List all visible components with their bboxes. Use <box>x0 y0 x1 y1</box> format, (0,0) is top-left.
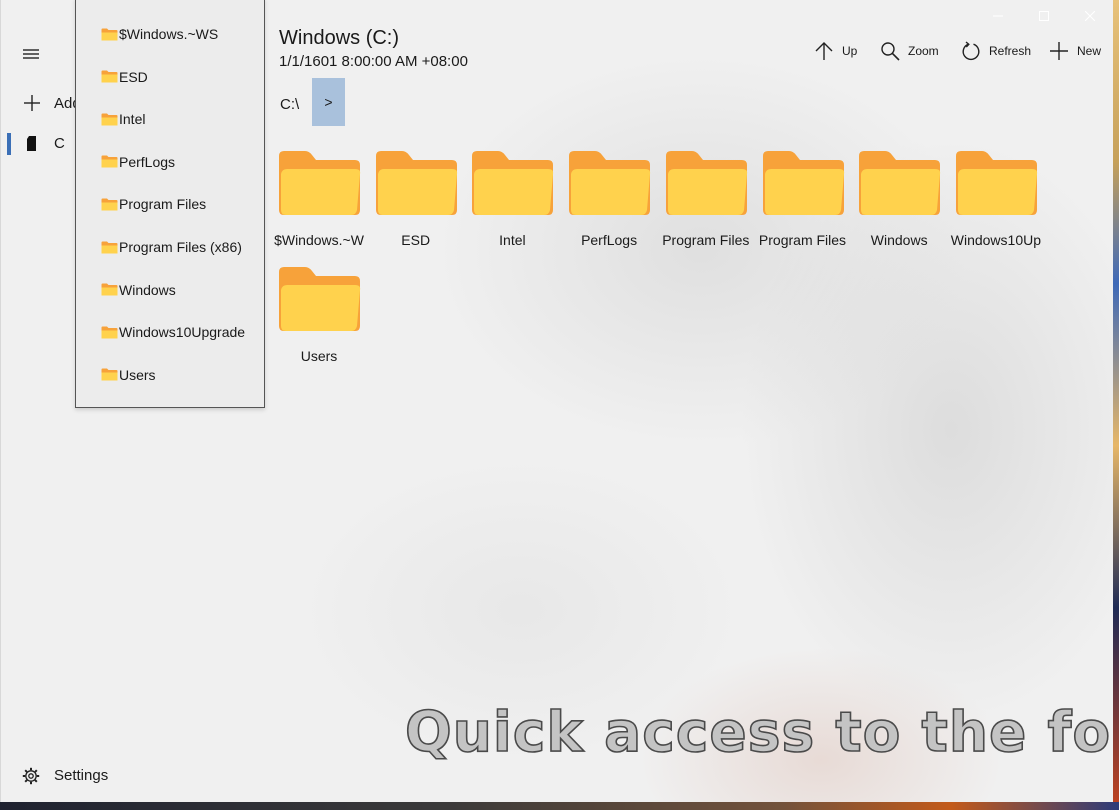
breadcrumb-root[interactable]: C:\ <box>280 96 299 113</box>
desktop-background-strip <box>1113 0 1119 810</box>
folder-tile[interactable]: Intel <box>466 150 558 260</box>
quick-access-item[interactable]: Intel <box>101 109 145 129</box>
drive-label: C <box>54 135 65 152</box>
folder-label: Windows <box>870 232 928 248</box>
folder-label: Intel <box>499 232 526 248</box>
new-label: New <box>1077 44 1102 58</box>
folder-tile[interactable]: Users <box>273 266 365 376</box>
folder-icon <box>279 267 361 331</box>
refresh-button[interactable]: Refresh <box>961 38 1031 64</box>
quick-access-item[interactable]: ESD <box>101 67 148 87</box>
folder-icon <box>101 28 118 40</box>
new-button[interactable]: New <box>1049 38 1101 64</box>
folder-icon <box>101 283 118 296</box>
folder-tile[interactable]: Windows <box>853 150 945 260</box>
zoom-button[interactable]: Zoom <box>880 38 939 64</box>
folder-icon <box>279 151 361 215</box>
folder-icon <box>955 151 1038 215</box>
quick-access-label: Windows10Upgrade <box>119 324 246 341</box>
quick-access-item[interactable]: PerfLogs <box>101 152 175 172</box>
up-label: Up <box>842 44 858 58</box>
maximize-button[interactable] <box>1021 0 1067 32</box>
folder-tile[interactable]: ESD <box>370 150 462 260</box>
folder-icon <box>101 241 118 253</box>
gear-icon <box>22 767 40 785</box>
folder-tile[interactable]: $Windows.~W <box>273 150 365 260</box>
folder-icon <box>101 70 118 83</box>
breadcrumb-separator-button[interactable]: > <box>312 78 345 126</box>
minimize-button[interactable] <box>975 0 1021 32</box>
quick-access-label: Program Files <box>119 196 207 213</box>
folder-icon <box>101 155 118 168</box>
minimize-icon <box>993 15 1003 17</box>
file-explorer-window: Add C Settings Windows (C:) 1/1/1601 8:0… <box>0 0 1113 802</box>
folder-icon <box>762 151 844 215</box>
quick-access-label: Windows <box>119 281 176 298</box>
drive-icon <box>27 136 36 151</box>
folder-label: Windows10Up <box>950 232 1042 248</box>
close-icon <box>1085 11 1095 21</box>
folder-label: ESD <box>401 232 431 248</box>
folder-icon <box>101 326 118 339</box>
folder-icon <box>101 198 118 211</box>
zoom-label: Zoom <box>908 44 939 58</box>
quick-access-item[interactable]: Windows <box>101 280 176 300</box>
folder-tile[interactable]: Program Files <box>660 150 752 260</box>
close-button[interactable] <box>1067 0 1113 32</box>
navigation-pane: Add C Settings <box>1 0 108 802</box>
settings-button[interactable]: Settings <box>22 766 142 786</box>
quick-access-label: ESD <box>119 68 148 85</box>
quick-access-label: $Windows.~WS <box>119 26 219 42</box>
arrow-up-icon <box>815 42 833 60</box>
refresh-icon <box>962 41 980 61</box>
taskbar-strip <box>0 802 1119 810</box>
add-location-button[interactable]: Add <box>23 94 81 112</box>
quick-access-item[interactable]: $Windows.~WS <box>101 24 218 44</box>
folder-tile[interactable]: Windows10Up <box>950 150 1042 260</box>
folder-label: Users <box>300 348 338 364</box>
maximize-icon <box>1039 11 1049 21</box>
up-button[interactable]: Up <box>814 38 857 64</box>
folder-tile[interactable]: Program Files <box>757 150 849 260</box>
quick-access-item[interactable]: Users <box>101 365 156 385</box>
quick-access-label: Intel <box>119 111 146 128</box>
quick-access-item[interactable]: Windows10Upgrade <box>101 322 245 342</box>
quick-access-label: Users <box>119 366 156 383</box>
quick-access-item[interactable]: Program Files (x86) <box>101 237 242 257</box>
search-icon <box>881 42 900 61</box>
quick-access-label: PerfLogs <box>119 153 176 170</box>
quick-access-flyout: $Windows.~WS ESD Intel PerfLogs Program File… <box>75 0 265 408</box>
folder-icon <box>569 151 651 215</box>
folder-icon <box>101 113 118 126</box>
folder-label: $Windows.~W <box>274 232 364 248</box>
folder-icon <box>472 151 554 215</box>
quick-access-label: Program Files (x86) <box>119 239 242 255</box>
folder-label: PerfLogs <box>581 232 638 248</box>
folder-tile[interactable]: PerfLogs <box>563 150 655 260</box>
plus-icon <box>24 95 40 111</box>
caption-buttons <box>975 0 1113 32</box>
settings-label: Settings <box>54 767 109 784</box>
folder-icon <box>859 151 941 215</box>
folder-label: Program Files <box>758 232 847 248</box>
plus-icon <box>1050 42 1068 60</box>
folder-icon <box>665 151 747 215</box>
overlay-caption: Quick access to the folder <box>404 699 1113 765</box>
refresh-label: Refresh <box>989 44 1032 58</box>
selection-indicator <box>7 133 11 155</box>
folder-label: Program Files <box>662 232 750 248</box>
quick-access-item[interactable]: Program Files <box>101 194 206 214</box>
folder-icon <box>375 151 457 215</box>
folder-icon <box>101 368 118 381</box>
nav-item-drive-c[interactable]: C <box>1 131 76 157</box>
